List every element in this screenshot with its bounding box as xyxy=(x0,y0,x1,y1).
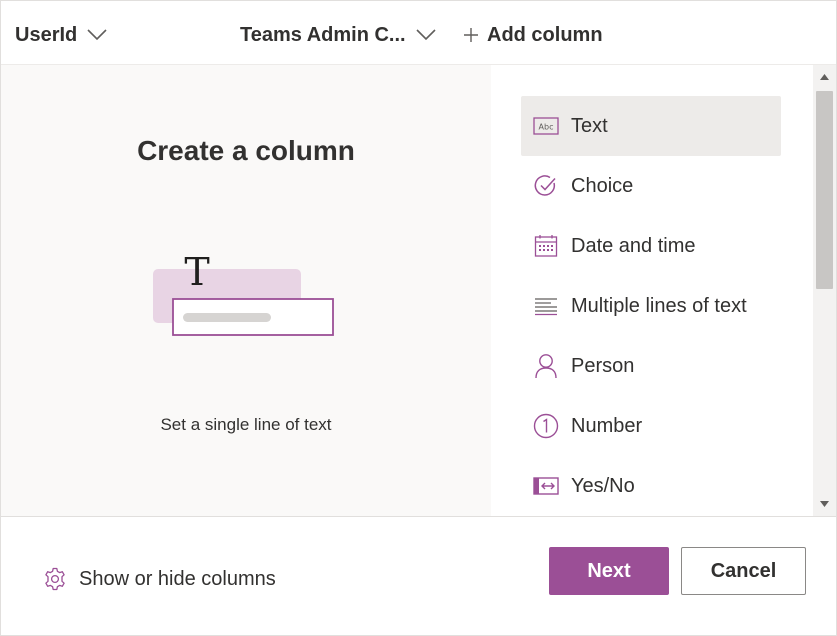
column-type-label: Yes/No xyxy=(571,474,635,497)
column-type-label: Choice xyxy=(571,174,634,197)
column-type-number[interactable]: Number xyxy=(521,396,781,456)
text-abc-icon: Abc xyxy=(533,113,559,139)
gear-icon xyxy=(43,567,67,591)
create-column-panel: UserId Teams Admin C... Add column Creat… xyxy=(0,0,837,636)
next-button[interactable]: Next xyxy=(549,547,669,595)
column-header-userid[interactable]: UserId xyxy=(15,21,107,49)
add-column-label: Add column xyxy=(487,23,603,46)
column-type-text[interactable]: Abc Text xyxy=(521,96,781,156)
multiline-text-icon xyxy=(533,293,559,319)
plus-icon xyxy=(463,27,479,43)
add-column-button[interactable]: Add column xyxy=(463,21,603,49)
show-hide-columns-link[interactable]: Show or hide columns xyxy=(43,565,276,593)
preview-title: Create a column xyxy=(137,135,355,166)
column-type-choice[interactable]: Choice xyxy=(521,156,781,216)
column-type-list: Abc Text Choice Date and time Multiple l… xyxy=(491,65,813,516)
chevron-down-icon xyxy=(87,29,107,41)
list-header-row: UserId Teams Admin C... Add column xyxy=(1,1,836,65)
column-header-teams-admin[interactable]: Teams Admin C... xyxy=(240,21,436,49)
column-type-label: Multiple lines of text xyxy=(571,294,747,317)
column-list-scrollbar[interactable] xyxy=(813,65,836,516)
column-type-person[interactable]: Person xyxy=(521,336,781,396)
person-icon xyxy=(533,353,559,379)
column-type-preview: Create a column T Set a single line of t… xyxy=(1,65,491,516)
column-header-label: Teams Admin C... xyxy=(240,23,406,46)
show-hide-columns-label: Show or hide columns xyxy=(79,567,276,590)
number-circle-icon xyxy=(533,413,559,439)
preview-caption: Set a single line of text xyxy=(160,415,332,434)
cancel-button[interactable]: Cancel xyxy=(681,547,806,595)
column-type-label: Text xyxy=(571,114,608,137)
calendar-icon xyxy=(533,233,559,259)
column-type-label: Number xyxy=(571,414,643,437)
scrollbar-thumb[interactable] xyxy=(816,91,833,289)
text-cursor-glyph: T xyxy=(184,251,209,294)
scroll-up-arrow-icon[interactable] xyxy=(813,65,836,89)
panel-footer: Show or hide columns Next Cancel xyxy=(1,516,836,635)
chevron-down-icon xyxy=(416,29,436,41)
choice-check-circle-icon xyxy=(533,173,559,199)
text-field-illustration: T xyxy=(151,250,341,341)
column-type-date-time[interactable]: Date and time xyxy=(521,216,781,276)
scroll-down-arrow-icon[interactable] xyxy=(813,492,836,516)
column-type-label: Date and time xyxy=(571,234,696,257)
column-type-multiline-text[interactable]: Multiple lines of text xyxy=(521,276,781,336)
yes-no-toggle-icon xyxy=(533,473,559,499)
svg-text:Abc: Abc xyxy=(539,123,554,132)
column-type-yes-no[interactable]: Yes/No xyxy=(521,456,781,516)
column-header-label: UserId xyxy=(15,23,78,46)
column-type-label: Person xyxy=(571,354,635,377)
